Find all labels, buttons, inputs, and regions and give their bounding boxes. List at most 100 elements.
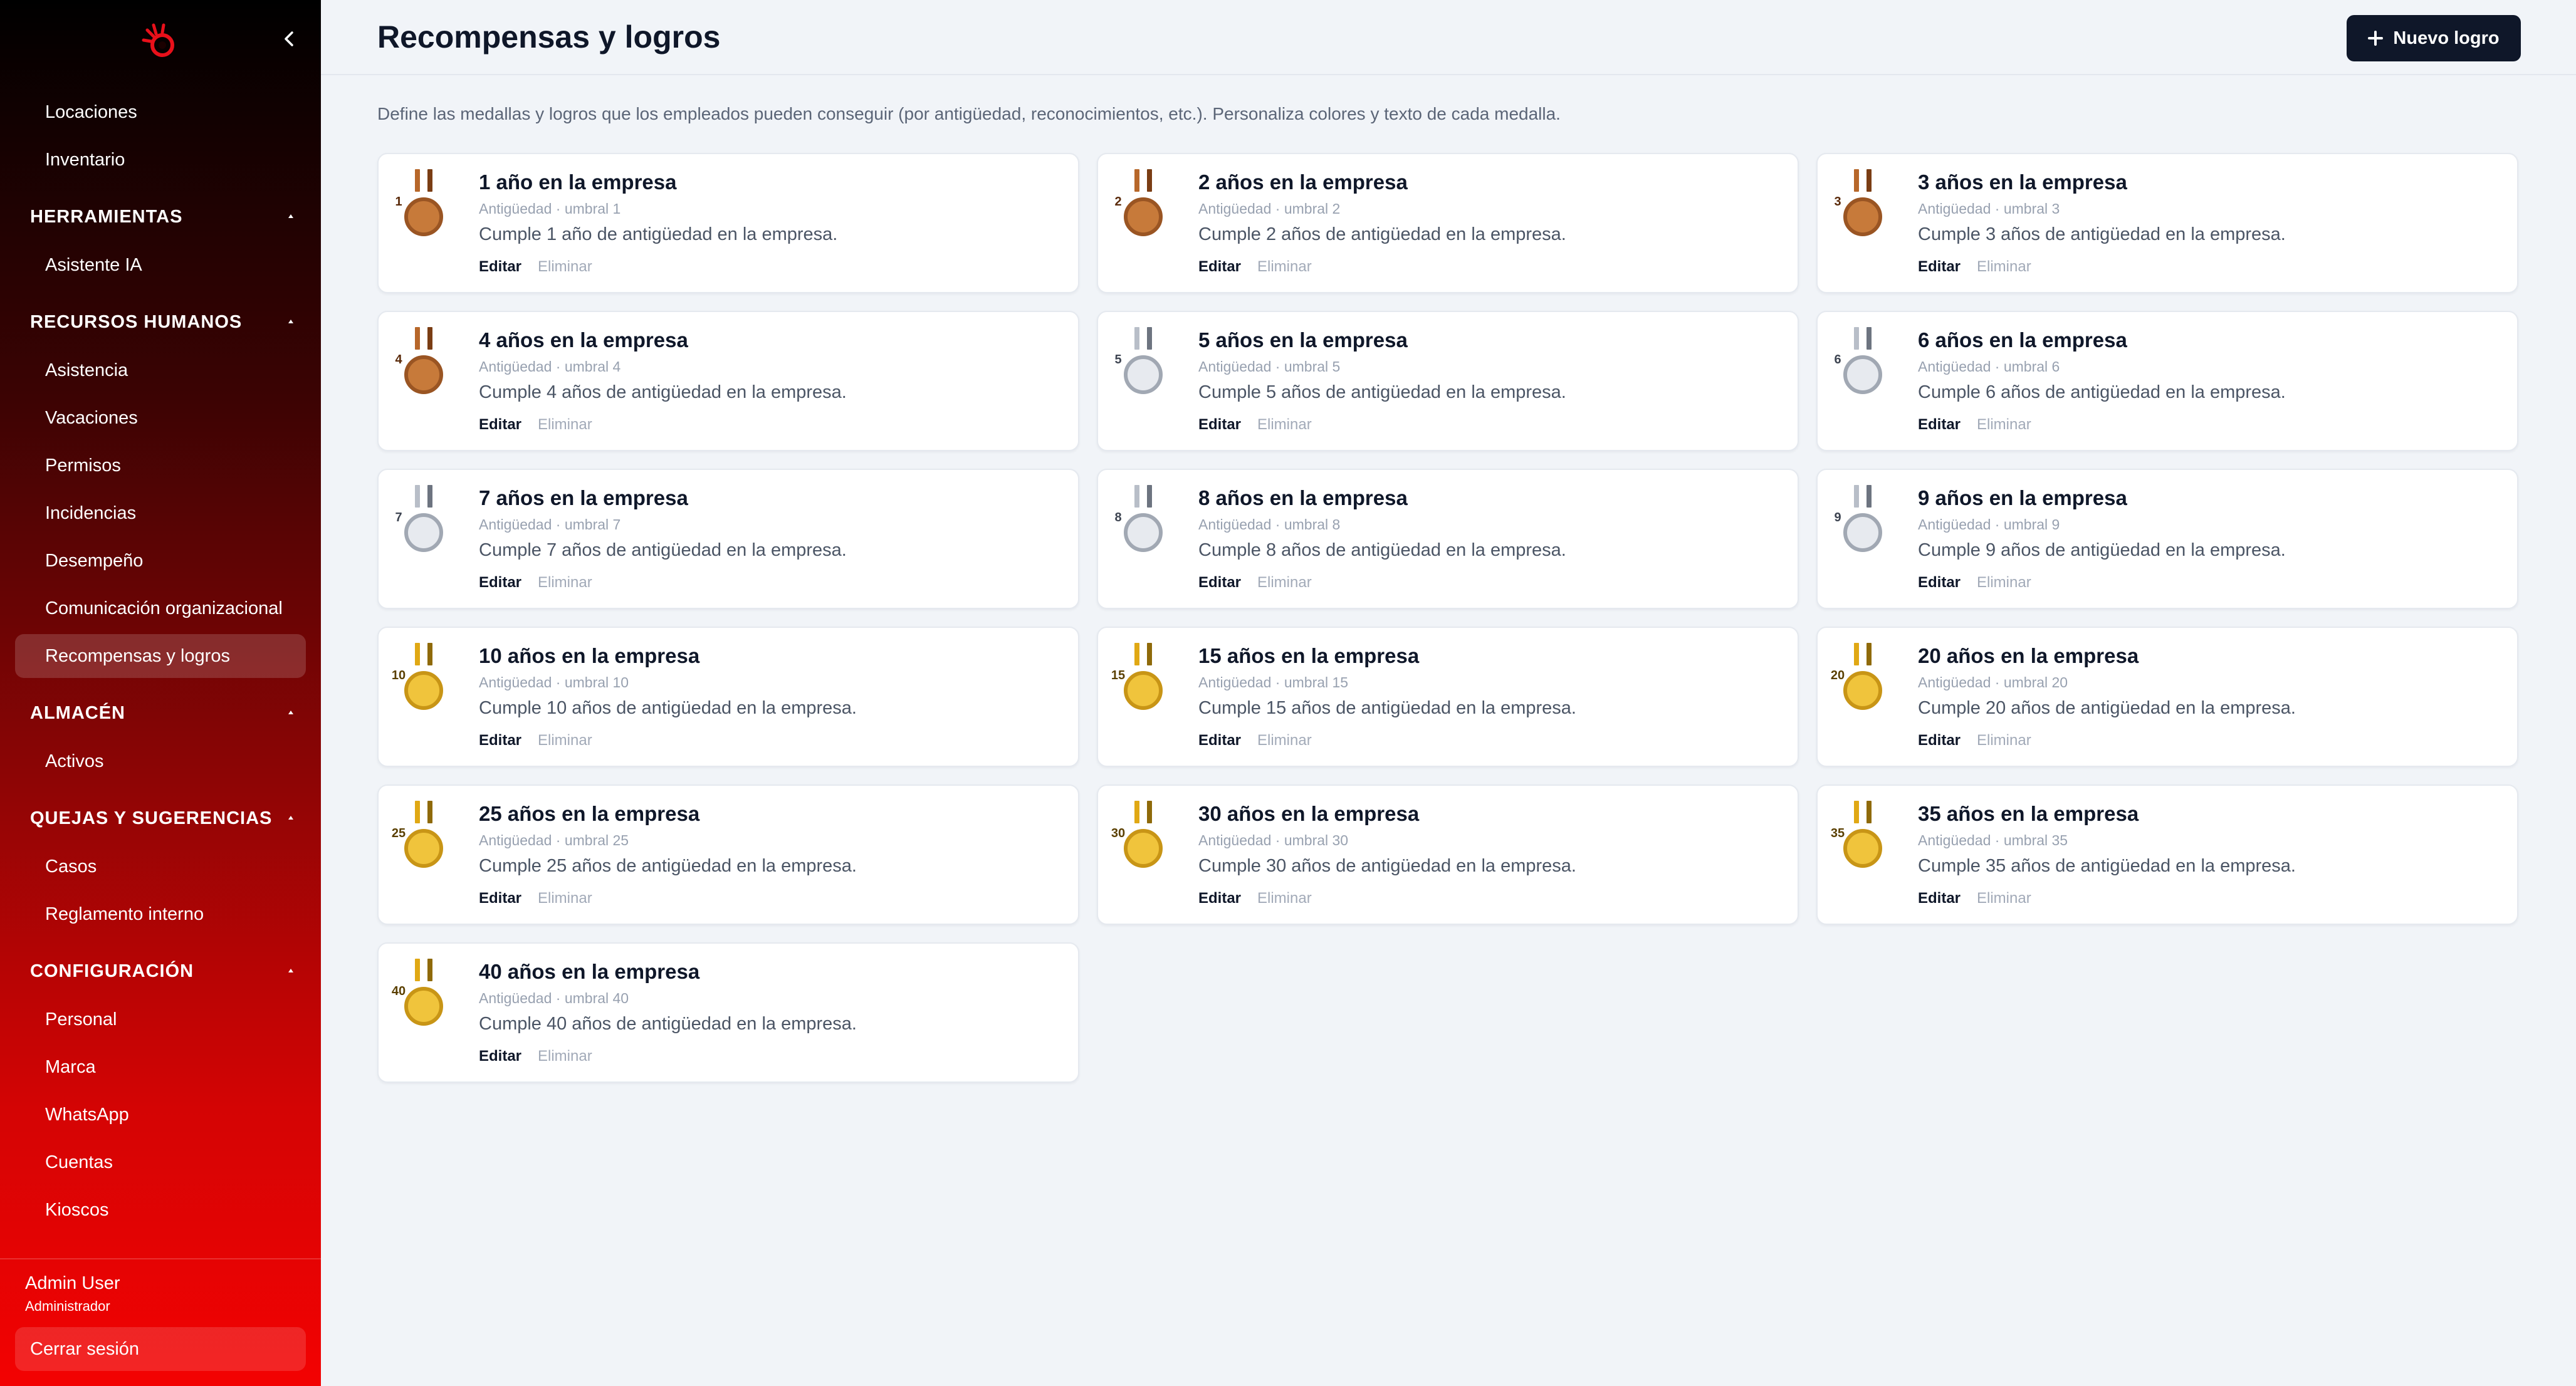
- achievement-card: 8 8 años en la empresa Antigüedad · umbr…: [1097, 469, 1799, 609]
- sidebar-item-comunicacion-organizacional[interactable]: Comunicación organizacional: [15, 586, 306, 630]
- sidebar-section-herramientas[interactable]: HERRAMIENTAS: [30, 198, 293, 236]
- sidebar-item-recompensas-y-logros[interactable]: Recompensas y logros: [15, 634, 306, 678]
- sidebar-item-cuentas[interactable]: Cuentas: [15, 1140, 306, 1184]
- medal-number: 20: [1830, 669, 1845, 682]
- achievement-meta: Antigüedad · umbral 25: [479, 832, 629, 848]
- medal-number: 35: [1830, 826, 1845, 840]
- edit-button[interactable]: Editar: [1918, 732, 1961, 749]
- achievement-description: Cumple 20 años de antigüedad en la empre…: [1918, 698, 2296, 718]
- edit-button[interactable]: Editar: [479, 1048, 521, 1065]
- achievement-title: 5 años en la empresa: [1198, 328, 1408, 352]
- achievement-description: Cumple 7 años de antigüedad en la empres…: [479, 540, 847, 560]
- sidebar-section-configuracion[interactable]: CONFIGURACIÓN: [30, 952, 293, 990]
- caret-up-icon: [288, 214, 293, 218]
- delete-button[interactable]: Eliminar: [538, 416, 592, 434]
- delete-button[interactable]: Eliminar: [1257, 732, 1312, 749]
- sidebar-item-desempeno[interactable]: Desempeño: [15, 539, 306, 583]
- delete-button[interactable]: Eliminar: [1977, 732, 2031, 749]
- delete-button[interactable]: Eliminar: [1257, 258, 1312, 276]
- edit-button[interactable]: Editar: [1198, 732, 1241, 749]
- edit-button[interactable]: Editar: [479, 258, 521, 276]
- new-achievement-button[interactable]: Nuevo logro: [2347, 15, 2521, 61]
- edit-button[interactable]: Editar: [1198, 574, 1241, 591]
- brand-logo-icon[interactable]: [139, 21, 182, 61]
- delete-button[interactable]: Eliminar: [538, 574, 592, 591]
- achievement-meta: Antigüedad · umbral 30: [1198, 832, 1349, 848]
- sidebar-divider: [0, 1258, 321, 1259]
- edit-button[interactable]: Editar: [479, 732, 521, 749]
- achievement-meta: Antigüedad · umbral 4: [479, 358, 621, 375]
- achievement-card: 20 20 años en la empresa Antigüedad · um…: [1816, 627, 2518, 767]
- achievement-card: 9 9 años en la empresa Antigüedad · umbr…: [1816, 469, 2518, 609]
- sidebar-item-personal[interactable]: Personal: [15, 998, 306, 1041]
- chevron-left-icon[interactable]: [278, 28, 301, 50]
- edit-button[interactable]: Editar: [479, 574, 521, 591]
- achievement-meta: Antigüedad · umbral 5: [1198, 358, 1341, 375]
- delete-button[interactable]: Eliminar: [1977, 890, 2031, 907]
- achievement-title: 7 años en la empresa: [479, 486, 688, 509]
- sidebar-item-incidencias[interactable]: Incidencias: [15, 491, 306, 535]
- achievement-meta: Antigüedad · umbral 35: [1918, 832, 2068, 848]
- delete-button[interactable]: Eliminar: [538, 258, 592, 276]
- achievement-title: 35 años en la empresa: [1918, 802, 2139, 825]
- delete-button[interactable]: Eliminar: [538, 1048, 592, 1065]
- sidebar-item-asistente-ia[interactable]: Asistente IA: [15, 243, 306, 287]
- sidebar-section-quejas-y-sugerencias[interactable]: QUEJAS Y SUGERENCIAS: [30, 800, 293, 837]
- sidebar-item-whatsapp[interactable]: WhatsApp: [15, 1093, 306, 1137]
- edit-button[interactable]: Editar: [1918, 890, 1961, 907]
- delete-button[interactable]: Eliminar: [1977, 258, 2031, 276]
- medal-number: 40: [391, 984, 406, 998]
- sidebar-item-activos[interactable]: Activos: [15, 739, 306, 783]
- caret-up-icon: [288, 816, 293, 820]
- delete-button[interactable]: Eliminar: [1257, 574, 1312, 591]
- sidebar-item-casos[interactable]: Casos: [15, 845, 306, 888]
- achievement-title: 4 años en la empresa: [479, 328, 688, 352]
- achievement-meta: Antigüedad · umbral 3: [1918, 201, 2060, 217]
- medal-number: 30: [1111, 826, 1126, 840]
- delete-button[interactable]: Eliminar: [1257, 890, 1312, 907]
- achievement-description: Cumple 8 años de antigüedad en la empres…: [1198, 540, 1566, 560]
- achievement-card: 3 3 años en la empresa Antigüedad · umbr…: [1816, 153, 2518, 293]
- delete-button[interactable]: Eliminar: [538, 890, 592, 907]
- edit-button[interactable]: Editar: [1918, 258, 1961, 276]
- medal-number: 9: [1834, 511, 1841, 524]
- achievement-title: 15 años en la empresa: [1198, 644, 1420, 667]
- section-title: HERRAMIENTAS: [30, 207, 183, 227]
- achievement-description: Cumple 30 años de antigüedad en la empre…: [1198, 856, 1576, 876]
- edit-button[interactable]: Editar: [1918, 574, 1961, 591]
- edit-button[interactable]: Editar: [1198, 258, 1241, 276]
- section-title: RECURSOS HUMANOS: [30, 312, 243, 332]
- achievement-title: 25 años en la empresa: [479, 802, 700, 825]
- section-title: QUEJAS Y SUGERENCIAS: [30, 808, 273, 828]
- sidebar-item-vacaciones[interactable]: Vacaciones: [15, 396, 306, 440]
- delete-button[interactable]: Eliminar: [1977, 574, 2031, 591]
- edit-button[interactable]: Editar: [1198, 416, 1241, 434]
- caret-up-icon: [288, 320, 293, 323]
- achievement-title: 2 años en la empresa: [1198, 170, 1408, 194]
- sidebar-item-kioscos[interactable]: Kioscos: [15, 1188, 306, 1232]
- sidebar-section-almacen[interactable]: ALMACÉN: [30, 694, 293, 732]
- delete-button[interactable]: Eliminar: [1257, 416, 1312, 434]
- edit-button[interactable]: Editar: [1918, 416, 1961, 434]
- achievement-meta: Antigüedad · umbral 7: [479, 516, 621, 533]
- user-name: Admin User: [25, 1273, 120, 1293]
- sidebar-item-locaciones[interactable]: Locaciones: [15, 90, 306, 134]
- delete-button[interactable]: Eliminar: [538, 732, 592, 749]
- edit-button[interactable]: Editar: [479, 416, 521, 434]
- sidebar-item-inventario[interactable]: Inventario: [15, 138, 306, 182]
- medal-number: 3: [1834, 195, 1841, 209]
- achievement-title: 20 años en la empresa: [1918, 644, 2139, 667]
- edit-button[interactable]: Editar: [1198, 890, 1241, 907]
- sidebar-item-permisos[interactable]: Permisos: [15, 444, 306, 487]
- delete-button[interactable]: Eliminar: [1977, 416, 2031, 434]
- achievement-description: Cumple 2 años de antigüedad en la empres…: [1198, 224, 1566, 244]
- medal-number: 1: [395, 195, 402, 209]
- sidebar-item-reglamento-interno[interactable]: Reglamento interno: [15, 892, 306, 936]
- achievement-meta: Antigüedad · umbral 15: [1198, 674, 1349, 690]
- sidebar-section-recursos-humanos[interactable]: RECURSOS HUMANOS: [30, 303, 293, 341]
- sidebar-item-asistencia[interactable]: Asistencia: [15, 348, 306, 392]
- logout-button[interactable]: Cerrar sesión: [15, 1327, 306, 1371]
- edit-button[interactable]: Editar: [479, 890, 521, 907]
- achievement-card: 2 2 años en la empresa Antigüedad · umbr…: [1097, 153, 1799, 293]
- sidebar-item-marca[interactable]: Marca: [15, 1045, 306, 1089]
